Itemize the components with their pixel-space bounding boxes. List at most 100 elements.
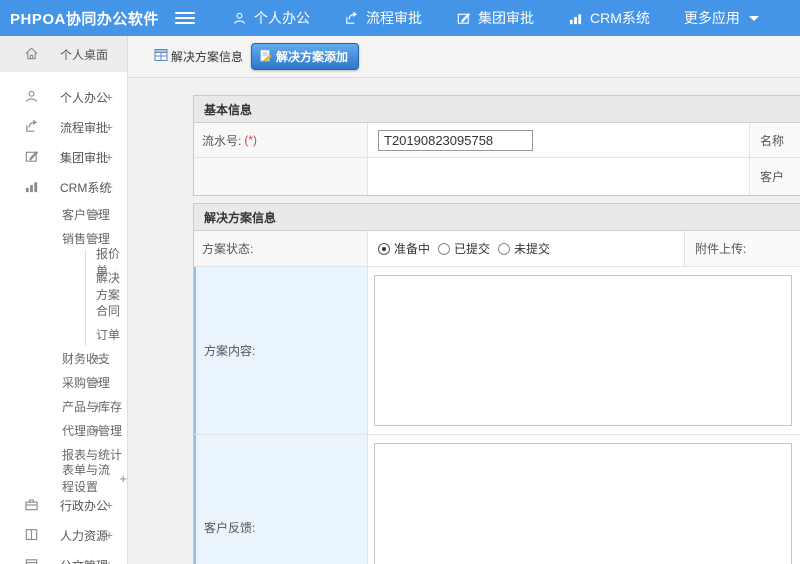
customer-feedback-textarea[interactable] bbox=[374, 443, 792, 564]
sidebar-item-label: 报表与统计 bbox=[62, 447, 123, 462]
feedback-label: 客户反馈: bbox=[204, 521, 256, 535]
serial-number-input[interactable] bbox=[378, 129, 533, 151]
add-document-icon bbox=[259, 49, 276, 65]
expand-toggle-icon[interactable]: + bbox=[93, 375, 101, 390]
sidebar-item-5[interactable]: 客户管理 + bbox=[0, 202, 127, 226]
serial-label: 流水号: bbox=[202, 133, 242, 148]
sidebar-item-label: CRM系统 bbox=[60, 180, 112, 195]
expand-toggle-icon[interactable]: − bbox=[105, 180, 113, 195]
status-radio-2[interactable]: 未提交 bbox=[498, 240, 550, 257]
sidebar-item-11[interactable]: 财务收支 + bbox=[0, 346, 127, 370]
status-radio-0[interactable]: 准备中 bbox=[378, 240, 430, 257]
sidebar-item-label: 客户管理 bbox=[62, 207, 111, 222]
radio-label: 未提交 bbox=[514, 242, 551, 256]
sidebar-item-label: 采购管理 bbox=[62, 375, 111, 390]
feedback-label-cell: 客户反馈: bbox=[194, 435, 368, 564]
app-logo: PHPOA协同办公软件 bbox=[10, 10, 159, 28]
tab-strip: 解决方案信息 解决方案添加 bbox=[128, 36, 800, 78]
topnav-item-3[interactable]: CRM系统 bbox=[551, 0, 667, 36]
topnav-item-4[interactable]: 更多应用 bbox=[667, 0, 776, 36]
sidebar-item-1[interactable]: 个人办公 + bbox=[0, 82, 127, 112]
topnav-label: CRM系统 bbox=[590, 10, 650, 26]
workflow-icon bbox=[344, 11, 366, 26]
expand-toggle-icon[interactable]: + bbox=[119, 471, 127, 486]
sidebar-item-0[interactable]: 个人桌面 bbox=[0, 36, 127, 72]
chart-icon bbox=[568, 11, 590, 26]
caret-down-icon bbox=[748, 15, 759, 21]
edit-icon bbox=[456, 11, 478, 26]
expand-toggle-icon[interactable]: + bbox=[105, 498, 113, 513]
sidebar-item-19[interactable]: 公文管理+ bbox=[0, 550, 127, 564]
topnav-item-1[interactable]: 流程审批 bbox=[327, 0, 439, 36]
radio-label: 准备中 bbox=[394, 242, 431, 256]
serial-field-cell bbox=[368, 123, 749, 157]
topnav-label: 流程审批 bbox=[366, 10, 422, 26]
radio-icon[interactable] bbox=[378, 242, 390, 255]
sidebar-item-10[interactable]: 订单 bbox=[85, 322, 127, 346]
empty-field-cell bbox=[368, 158, 749, 195]
status-row: 方案状态: 准备中 已提交 未提交 附件上传: bbox=[194, 231, 800, 267]
name-label: 名称 bbox=[749, 123, 800, 157]
expand-toggle-icon[interactable]: − bbox=[93, 231, 101, 246]
tab-solution-info[interactable]: 解决方案信息 bbox=[154, 48, 243, 65]
expand-toggle-icon[interactable]: + bbox=[105, 528, 113, 543]
menu-toggle-icon[interactable] bbox=[175, 9, 195, 27]
sidebar-item-label: 订单 bbox=[96, 327, 121, 342]
expand-toggle-icon[interactable]: + bbox=[105, 558, 113, 564]
chart-icon bbox=[24, 179, 40, 195]
expand-toggle-icon[interactable]: + bbox=[105, 90, 113, 105]
table-icon bbox=[154, 48, 171, 65]
required-mark: (*) bbox=[244, 133, 258, 147]
sidebar-item-4[interactable]: CRM系统 − bbox=[0, 172, 127, 202]
content-field-cell bbox=[368, 267, 800, 434]
sidebar-item-17[interactable]: 行政办公 + bbox=[0, 490, 127, 520]
sidebar-item-16[interactable]: 表单与流程设置 + bbox=[0, 463, 127, 494]
sidebar-item-label: 公文管理 bbox=[60, 557, 108, 564]
sidebar-item-3[interactable]: 集团审批 + bbox=[0, 142, 127, 172]
expand-toggle-icon[interactable]: + bbox=[93, 399, 101, 414]
expand-toggle-icon[interactable]: + bbox=[105, 120, 113, 135]
topbar: PHPOA协同办公软件 个人办公 流程审批 集团审批 CRM系统 更多应用 bbox=[0, 0, 800, 36]
expand-toggle-icon[interactable]: + bbox=[93, 351, 101, 366]
content-row: 方案内容: bbox=[194, 267, 800, 435]
tab-label: 解决方案信息 bbox=[171, 50, 244, 64]
top-navigation: 个人办公 流程审批 集团审批 CRM系统 更多应用 bbox=[215, 0, 776, 36]
sidebar: 个人桌面 个人办公 + 流程审批 + 集团审批 + CRM系统 − 客户管理 + 销售管理 − 报价单 解决… bbox=[0, 36, 128, 564]
add-button-label: 解决方案添加 bbox=[276, 50, 349, 64]
basic-info-panel: 基本信息 流水号: (*) 名称 客户 bbox=[193, 95, 800, 196]
sidebar-item-8[interactable]: 解决方案 bbox=[85, 271, 127, 302]
expand-toggle-icon[interactable]: + bbox=[93, 423, 101, 438]
radio-icon[interactable] bbox=[498, 242, 511, 255]
basic-info-header: 基本信息 bbox=[194, 96, 800, 123]
sidebar-item-18[interactable]: 人力资源 + bbox=[0, 520, 127, 550]
sidebar-item-13[interactable]: 产品与库存 + bbox=[0, 394, 127, 418]
content-label-cell: 方案内容: bbox=[194, 267, 368, 434]
topnav-label: 更多应用 bbox=[683, 10, 740, 26]
customer-label: 客户 bbox=[749, 158, 800, 195]
topnav-item-0[interactable]: 个人办公 bbox=[215, 0, 327, 36]
expand-toggle-icon[interactable]: + bbox=[105, 150, 113, 165]
solution-content-textarea[interactable] bbox=[374, 275, 792, 426]
topnav-item-2[interactable]: 集团审批 bbox=[439, 0, 551, 36]
expand-toggle-icon[interactable]: + bbox=[93, 207, 101, 222]
workflow-icon bbox=[24, 119, 40, 135]
doc-icon bbox=[24, 557, 40, 564]
radio-icon[interactable] bbox=[438, 242, 451, 255]
user-icon bbox=[24, 89, 40, 105]
status-radio-1[interactable]: 已提交 bbox=[438, 240, 490, 257]
sidebar-item-2[interactable]: 流程审批 + bbox=[0, 112, 127, 142]
sidebar-item-label: 代理商管理 bbox=[62, 423, 123, 438]
sidebar-item-label: 流程审批 bbox=[60, 120, 109, 135]
sidebar-item-14[interactable]: 代理商管理 + bbox=[0, 418, 127, 442]
home-icon bbox=[24, 46, 40, 62]
topnav-label: 个人办公 bbox=[254, 10, 310, 26]
edit-icon bbox=[24, 149, 40, 165]
sidebar-item-label: 合同 bbox=[96, 303, 121, 318]
sidebar-item-9[interactable]: 合同 bbox=[85, 298, 127, 322]
sidebar-item-label: 个人桌面 bbox=[60, 47, 109, 62]
customer-row: 客户 bbox=[194, 158, 800, 195]
solution-add-button[interactable]: 解决方案添加 bbox=[251, 43, 360, 70]
book-icon bbox=[24, 527, 40, 543]
sidebar-item-12[interactable]: 采购管理 + bbox=[0, 370, 127, 394]
radio-label: 已提交 bbox=[454, 242, 491, 256]
